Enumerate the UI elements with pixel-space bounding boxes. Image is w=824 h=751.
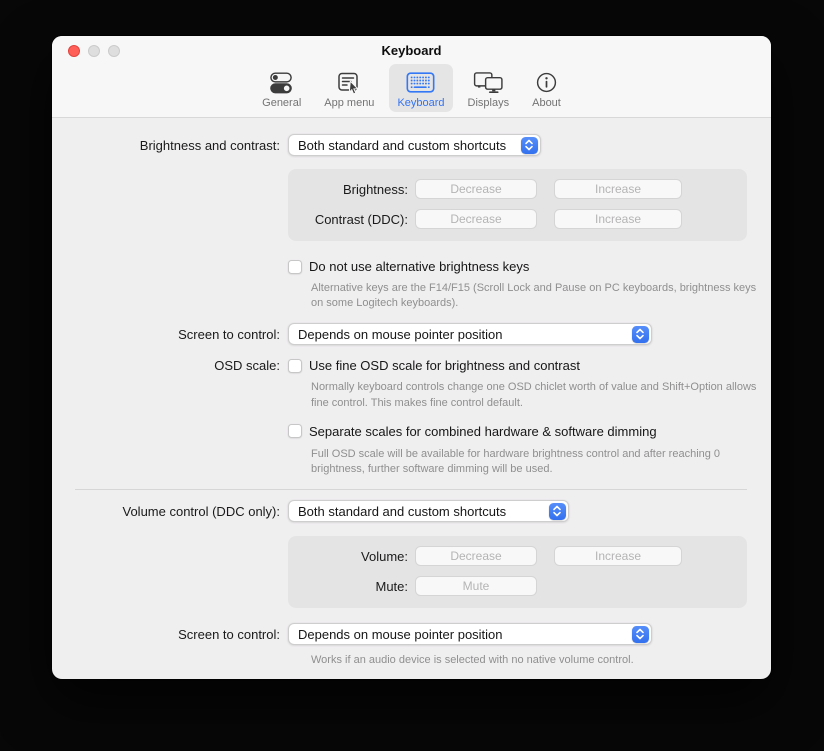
- screen-to-control-popup-volume[interactable]: Depends on mouse pointer position: [288, 623, 652, 645]
- contrast-shortcut-row: Contrast (DDC): Decrease Increase: [288, 209, 747, 229]
- tab-displays[interactable]: Displays: [460, 64, 518, 112]
- contrast-increase-button[interactable]: Increase: [554, 209, 682, 229]
- osd-scale-row-volume: OSD scale: Use fine OSD scale for volume: [52, 678, 771, 679]
- toolbar: General App menu: [52, 64, 771, 117]
- separate-scales-row: Separate scales for combined hardware & …: [52, 424, 771, 439]
- alt-keys-help-text: Alternative keys are the F14/F15 (Scroll…: [311, 281, 757, 311]
- screen-to-control-row-volume: Screen to control: Depends on mouse poin…: [52, 623, 771, 645]
- popup-stepper-icon: [632, 626, 649, 643]
- osd-scale-label: OSD scale:: [52, 358, 280, 373]
- brightness-increase-button[interactable]: Increase: [554, 179, 682, 199]
- volume-control-label: Volume control (DDC only):: [52, 504, 280, 519]
- fine-osd-help-text: Normally keyboard controls change one OS…: [311, 380, 757, 410]
- separate-scales-help-text: Full OSD scale will be available for har…: [311, 447, 757, 477]
- brightness-decrease-button[interactable]: Decrease: [415, 179, 537, 199]
- contrast-decrease-button[interactable]: Decrease: [415, 209, 537, 229]
- tab-about[interactable]: About: [524, 64, 569, 112]
- alt-keys-row: Do not use alternative brightness keys: [52, 259, 771, 274]
- alt-keys-checkbox-label: Do not use alternative brightness keys: [309, 259, 529, 274]
- tab-keyboard[interactable]: Keyboard: [389, 64, 452, 112]
- titlebar[interactable]: Keyboard: [52, 36, 771, 64]
- app-menu-cursor-icon: [337, 70, 361, 95]
- tab-keyboard-label: Keyboard: [397, 97, 444, 109]
- brightness-contrast-popup-value: Both standard and custom shortcuts: [289, 138, 506, 153]
- tab-about-label: About: [532, 97, 561, 109]
- window-title: Keyboard: [52, 43, 771, 58]
- mute-shortcut-row: Mute: Mute: [288, 576, 747, 596]
- brightness-contrast-label: Brightness and contrast:: [52, 138, 280, 153]
- volume-control-row: Volume control (DDC only): Both standard…: [52, 500, 771, 522]
- displays-icon: [473, 70, 504, 95]
- screen-to-control-popup-volume-value: Depends on mouse pointer position: [289, 627, 503, 642]
- toggles-icon: [269, 70, 294, 95]
- brightness-row-label: Brightness:: [288, 182, 408, 197]
- volume-control-popup-value: Both standard and custom shortcuts: [289, 504, 506, 519]
- volume-decrease-button[interactable]: Decrease: [415, 546, 537, 566]
- brightness-contrast-row: Brightness and contrast: Both standard a…: [52, 134, 771, 156]
- tab-general[interactable]: General: [254, 64, 309, 112]
- fine-volume-checkbox-group[interactable]: Use fine OSD scale for volume: [288, 678, 487, 679]
- separate-scales-checkbox[interactable]: [288, 424, 302, 438]
- screen-to-control-label-volume: Screen to control:: [52, 627, 280, 642]
- fine-osd-checkbox-group[interactable]: Use fine OSD scale for brightness and co…: [288, 358, 580, 373]
- separate-scales-checkbox-group[interactable]: Separate scales for combined hardware & …: [288, 424, 657, 439]
- fine-osd-checkbox-label: Use fine OSD scale for brightness and co…: [309, 358, 580, 373]
- brightness-shortcuts-box: Brightness: Decrease Increase Contrast (…: [288, 169, 747, 241]
- tab-displays-label: Displays: [468, 97, 510, 109]
- screen-to-control-label: Screen to control:: [52, 327, 280, 342]
- mute-button[interactable]: Mute: [415, 576, 537, 596]
- screen-to-control-popup-value: Depends on mouse pointer position: [289, 327, 503, 342]
- preferences-window: Keyboard General: [52, 36, 771, 679]
- section-divider: [75, 489, 747, 490]
- window-chrome: Keyboard General: [52, 36, 771, 118]
- popup-stepper-icon: [521, 137, 538, 154]
- fine-osd-checkbox[interactable]: [288, 359, 302, 373]
- tab-general-label: General: [262, 97, 301, 109]
- osd-scale-row-brightness: OSD scale: Use fine OSD scale for bright…: [52, 358, 771, 373]
- audio-device-help-text: Works if an audio device is selected wit…: [311, 653, 757, 668]
- volume-control-popup[interactable]: Both standard and custom shortcuts: [288, 500, 569, 522]
- mute-row-label: Mute:: [288, 579, 408, 594]
- tab-app-menu-label: App menu: [324, 97, 374, 109]
- volume-shortcut-row: Volume: Decrease Increase: [288, 546, 747, 566]
- keyboard-icon: [406, 70, 435, 95]
- brightness-shortcut-row: Brightness: Decrease Increase: [288, 179, 747, 199]
- separate-scales-checkbox-label: Separate scales for combined hardware & …: [309, 424, 657, 439]
- alt-keys-checkbox-group[interactable]: Do not use alternative brightness keys: [288, 259, 529, 274]
- contrast-row-label: Contrast (DDC):: [288, 212, 408, 227]
- screen-to-control-row-brightness: Screen to control: Depends on mouse poin…: [52, 323, 771, 345]
- popup-stepper-icon: [632, 326, 649, 343]
- volume-increase-button[interactable]: Increase: [554, 546, 682, 566]
- keyboard-pane: Brightness and contrast: Both standard a…: [52, 118, 771, 679]
- fine-volume-checkbox-label: Use fine OSD scale for volume: [309, 678, 487, 679]
- volume-row-label: Volume:: [288, 549, 408, 564]
- screen-to-control-popup-brightness[interactable]: Depends on mouse pointer position: [288, 323, 652, 345]
- brightness-contrast-popup[interactable]: Both standard and custom shortcuts: [288, 134, 541, 156]
- tab-app-menu[interactable]: App menu: [316, 64, 382, 112]
- alt-keys-checkbox[interactable]: [288, 260, 302, 274]
- info-icon: [535, 70, 558, 95]
- popup-stepper-icon: [549, 503, 566, 520]
- osd-scale-label-volume: OSD scale:: [52, 678, 280, 679]
- volume-shortcuts-box: Volume: Decrease Increase Mute: Mute: [288, 536, 747, 608]
